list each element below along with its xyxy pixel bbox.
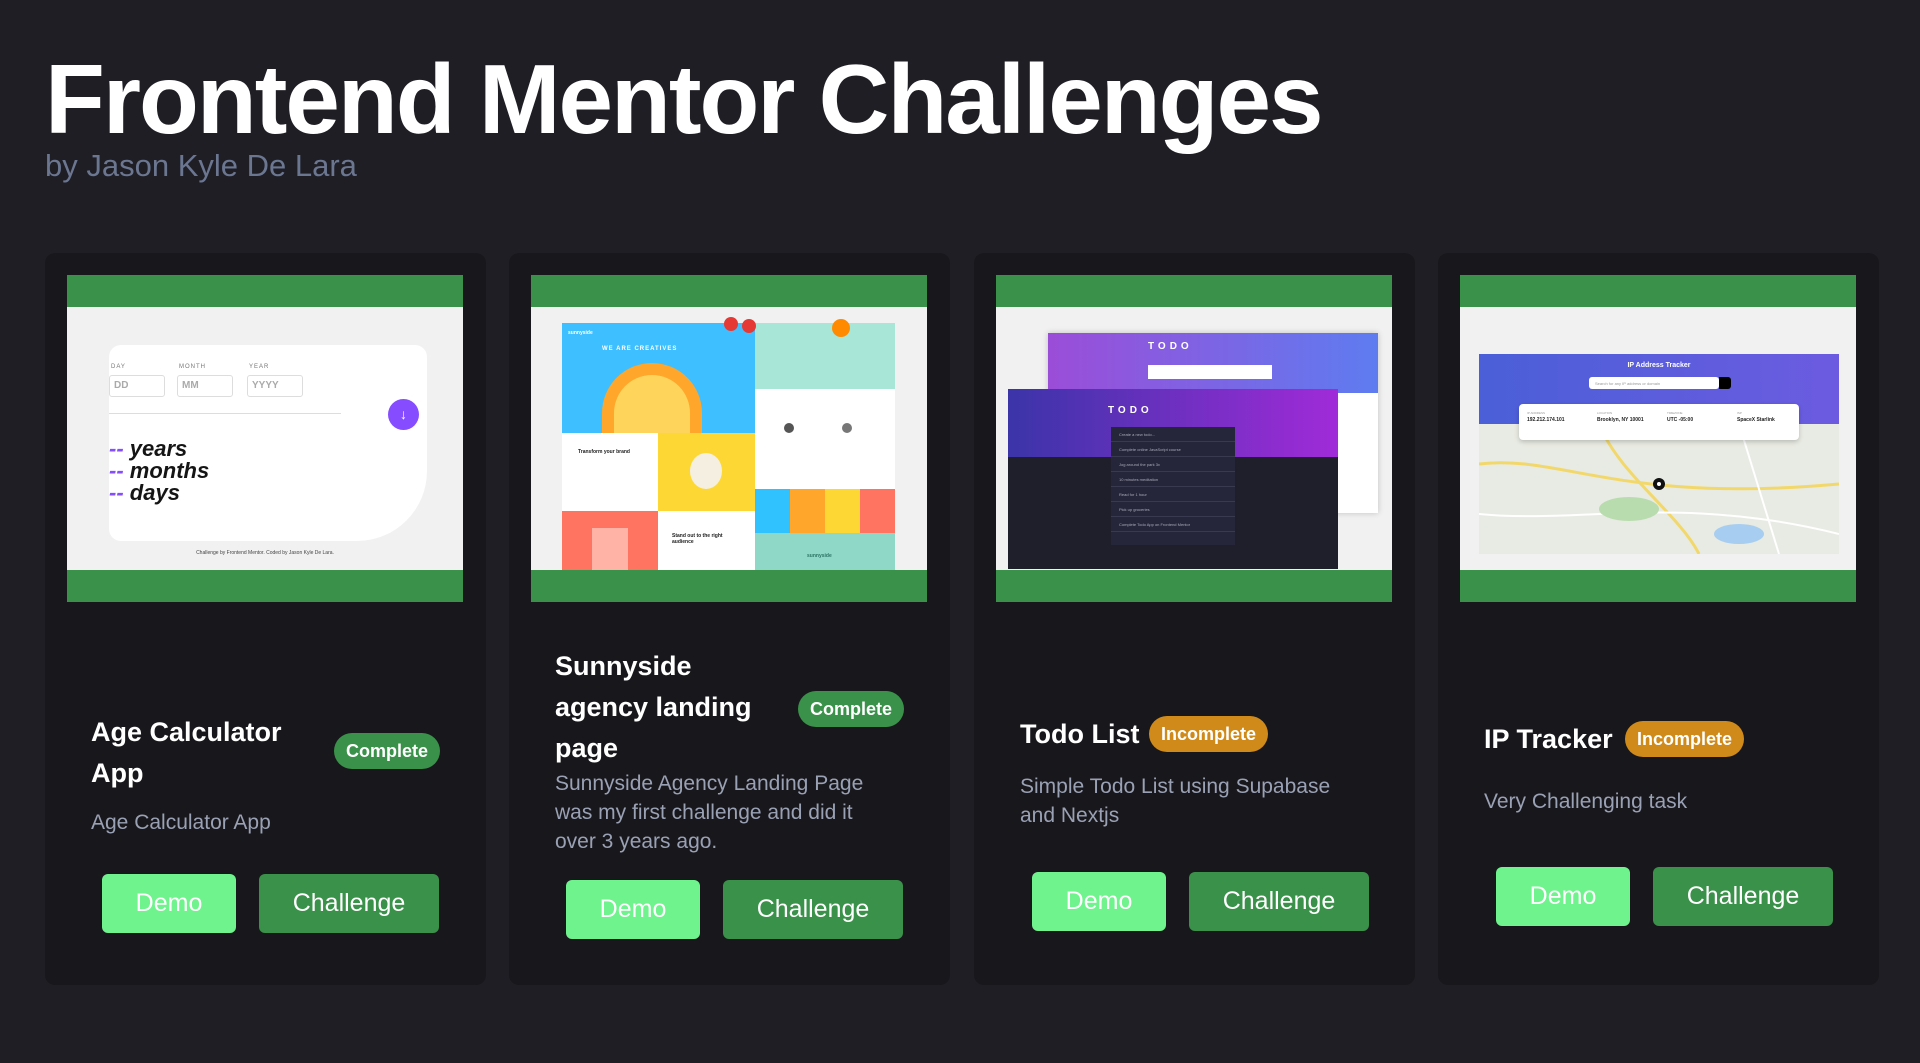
- challenge-thumbnail: TODO TODO Create a new todo... Complete …: [996, 275, 1392, 602]
- card-description: Sunnyside Agency Landing Page was my fir…: [555, 772, 864, 853]
- sunnyside-preview: sunnyside WE ARE CREATIVES Transform you…: [562, 317, 895, 570]
- preview-label-year: YEAR: [249, 364, 270, 370]
- challenge-button[interactable]: Challenge: [1189, 872, 1369, 931]
- status-badge: Complete: [798, 691, 905, 727]
- preview-years-row: -- years: [109, 436, 188, 461]
- challenge-button[interactable]: Challenge: [259, 874, 439, 933]
- challenge-card: sunnyside WE ARE CREATIVES Transform you…: [509, 253, 950, 985]
- challenge-card: IP Address Tracker Search for any IP add…: [1438, 253, 1879, 985]
- card-description: Simple Todo List using Supabase and Next…: [1020, 775, 1331, 827]
- ip-info-panel: IP ADDRESS 192.212.174.101 LOCATION Brookl…: [1519, 404, 1799, 440]
- status-badge: Incomplete: [1149, 716, 1269, 752]
- challenge-grid: DAY MONTH YEAR DD MM YYYY ↓ -- years -- …: [0, 0, 1920, 1063]
- ip-tracker-preview: IP Address Tracker Search for any IP add…: [1478, 354, 1840, 555]
- challenge-thumbnail: IP Address Tracker Search for any IP add…: [1460, 275, 1856, 602]
- challenge-button[interactable]: Challenge: [723, 880, 903, 939]
- map: [1478, 423, 1840, 555]
- status-badge: Complete: [334, 733, 441, 769]
- arrow-down-icon: ↓: [388, 399, 419, 430]
- preview-days-row: -- days: [109, 480, 180, 505]
- preview-label-month: MONTH: [179, 364, 206, 370]
- challenge-button[interactable]: Challenge: [1653, 867, 1833, 926]
- challenge-card: DAY MONTH YEAR DD MM YYYY ↓ -- years -- …: [45, 253, 486, 985]
- card-title: Todo List: [1020, 719, 1140, 749]
- preview-month-box: MM: [177, 375, 233, 397]
- challenge-thumbnail: DAY MONTH YEAR DD MM YYYY ↓ -- years -- …: [67, 275, 463, 602]
- preview-label-day: DAY: [111, 364, 126, 370]
- preview-day-box: DD: [109, 375, 165, 397]
- preview-year-box: YYYY: [247, 375, 303, 397]
- preview-footer: Challenge by Frontend Mentor. Coded by J…: [196, 550, 334, 556]
- card-description: Age Calculator App: [91, 811, 271, 834]
- card-title: IP Tracker: [1484, 724, 1613, 754]
- card-title: Age Calculator App: [91, 717, 282, 788]
- demo-button[interactable]: Demo: [1032, 872, 1166, 931]
- age-calculator-preview: DAY MONTH YEAR DD MM YYYY ↓ -- years -- …: [109, 345, 427, 541]
- card-title: Sunnyside agency landing page: [555, 651, 752, 763]
- card-description: Very Challenging task: [1484, 790, 1688, 813]
- status-badge: Incomplete: [1625, 721, 1745, 757]
- demo-button[interactable]: Demo: [1496, 867, 1630, 926]
- demo-button[interactable]: Demo: [102, 874, 236, 933]
- challenge-thumbnail: sunnyside WE ARE CREATIVES Transform you…: [531, 275, 927, 602]
- challenge-card: TODO TODO Create a new todo... Complete …: [974, 253, 1415, 985]
- preview-divider: [109, 413, 341, 414]
- demo-button[interactable]: Demo: [566, 880, 700, 939]
- todo-items: Create a new todo... Complete online Jav…: [1111, 427, 1235, 545]
- todo-dark-preview: TODO Create a new todo... Complete onlin…: [1008, 389, 1338, 569]
- preview-months-row: -- months: [109, 458, 210, 483]
